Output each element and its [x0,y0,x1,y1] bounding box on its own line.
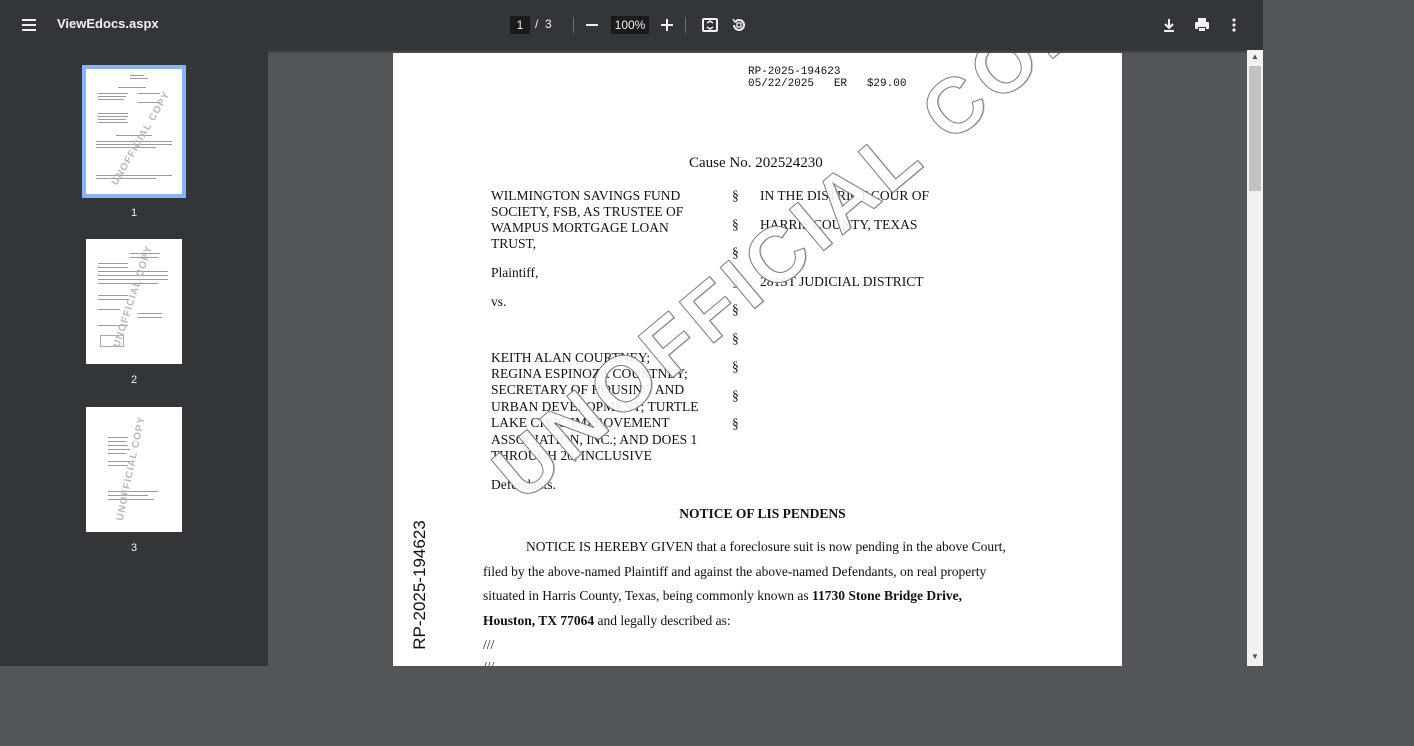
plaintiff-line: SOCIETY, FSB, AS TRUSTEE OF [491,204,684,219]
plaintiff-line: WAMPUS MORTGAGE LOAN [491,220,669,235]
thumbnail-watermark: UNOFFICIAL COPY [114,415,148,522]
body-text: situated in Harris County, Texas, being … [483,588,813,603]
page-number-input[interactable]: 1 [510,16,530,34]
document-title: ViewEdocs.aspx [57,16,159,31]
page-thumbnail-2[interactable]: UNOFFICIAL COPY [86,239,182,364]
toolbar-divider [573,17,574,33]
pdf-viewer: ViewEdocs.aspx 1 / 3 100% UNOFFICIAL COP… [0,0,1263,666]
zoom-in-icon[interactable] [651,9,683,41]
section-symbol: § [732,188,739,203]
thumbnail-watermark: UNOFFICIAL COPY [109,89,173,188]
plaintiff-line: WILMINGTON SAVINGS FUND [491,188,681,203]
recording-line: 05/22/2025 ER $29.00 [748,78,907,90]
body-line: /// [483,637,495,652]
side-recording-number: RP-2025-194623 [410,520,429,650]
cause-number: Cause No. 202524230 [689,155,823,171]
thumbnail-watermark: UNOFFICIAL COPY [111,244,155,349]
zoom-level-input[interactable]: 100% [611,16,649,34]
plaintiff-label: Plaintiff, [491,265,539,280]
menu-icon[interactable] [13,9,45,41]
property-address-street: 11730 Stone Bridge Drive, [812,588,963,603]
body-text: and legally described as: [594,613,731,628]
page-thumbnail-number: 1 [130,207,138,219]
page-thumbnail-1[interactable]: UNOFFICIAL COPY [82,65,186,198]
outside-background [1263,0,1414,746]
body-line: NOTICE IS HEREBY GIVEN that a foreclosur… [526,539,1006,554]
scroll-up-arrow-icon[interactable]: ▲ [1247,50,1263,64]
unofficial-copy-watermark: UNOFFICIAL COPY [476,53,1122,517]
print-icon[interactable] [1186,9,1218,41]
scroll-down-arrow-icon[interactable]: ▼ [1247,650,1263,664]
page-thumbnail-number: 2 [130,374,138,386]
section-symbol: § [732,359,739,374]
body-line: filed by the above-named Plaintiff and a… [483,564,987,579]
more-options-icon[interactable] [1218,9,1250,41]
vertical-scrollbar[interactable]: ▲ ▼ [1247,50,1263,666]
plaintiff-line: TRUST, [491,236,537,251]
fit-to-page-icon[interactable] [694,9,726,41]
page-total: 3 [545,17,552,31]
section-symbol: § [732,416,739,431]
page-thumbnail-3[interactable]: UNOFFICIAL COPY [86,407,182,532]
document-page: RP-2025-194623 05/22/2025 ER $29.00 Caus… [393,53,1122,666]
bottom-background [0,666,1263,746]
rotate-icon[interactable] [723,9,755,41]
download-icon[interactable] [1153,9,1185,41]
property-address-city: Houston, TX 77064 [483,613,595,628]
notice-heading: NOTICE OF LIS PENDENS [679,506,846,521]
body-line: Houston, TX 77064 and legally described … [483,613,731,629]
toolbar: ViewEdocs.aspx 1 / 3 100% [0,0,1263,50]
zoom-out-icon[interactable] [576,9,608,41]
body-line: /// [483,659,494,666]
page-thumbnail-number: 3 [130,542,138,554]
vs-label: vs. [491,294,507,309]
page-separator: / [535,17,539,31]
thumbnail-sidebar: UNOFFICIAL COPY 1 UNOFFICIAL COPY 2 UNOF… [0,50,268,666]
toolbar-divider [685,17,686,33]
body-line: situated in Harris County, Texas, being … [483,588,962,604]
section-symbol: § [732,388,739,403]
recording-number: RP-2025-194623 [748,66,841,78]
scroll-thumb[interactable] [1249,66,1261,191]
